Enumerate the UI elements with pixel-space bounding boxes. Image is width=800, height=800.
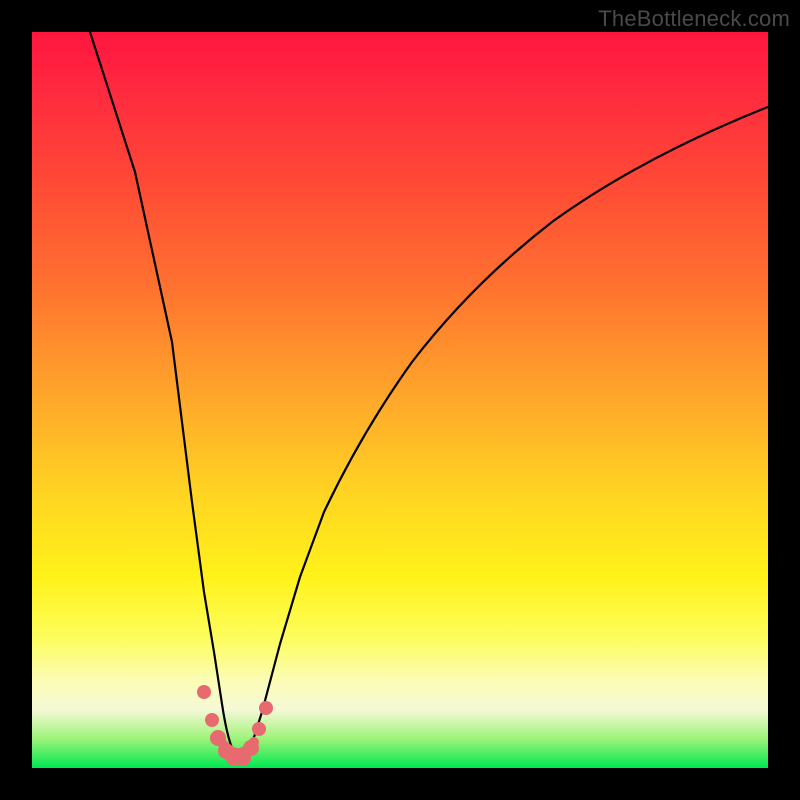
bottleneck-curve — [90, 32, 768, 760]
highlight-arc — [218, 738, 254, 753]
highlight-dot — [252, 722, 266, 736]
highlight-dot-group — [197, 685, 273, 766]
chart-plot-area — [32, 32, 768, 768]
highlight-dot — [205, 713, 219, 727]
chart-frame: TheBottleneck.com — [0, 0, 800, 800]
chart-svg — [32, 32, 768, 768]
highlight-dot — [259, 701, 273, 715]
highlight-dot — [197, 685, 211, 699]
watermark-text: TheBottleneck.com — [598, 6, 790, 32]
